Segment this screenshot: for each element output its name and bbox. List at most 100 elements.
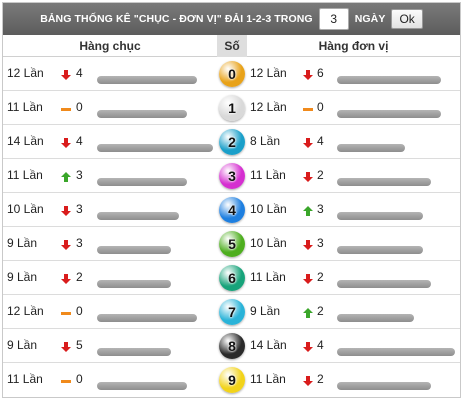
number-label: 9 <box>228 372 236 388</box>
tens-delta: 2 <box>76 270 83 284</box>
arrow-up-icon <box>60 171 72 183</box>
tens-cell: 11 Lần 3 <box>3 159 217 193</box>
units-count: 8 Lần <box>250 134 281 148</box>
number-label: 8 <box>228 338 236 354</box>
units-count: 11 Lần <box>250 270 286 284</box>
column-header-number: Số <box>217 35 247 57</box>
tens-frequency-bar <box>97 76 197 84</box>
tens-delta: 3 <box>76 236 83 250</box>
number-label: 2 <box>228 134 236 150</box>
tens-count: 9 Lần <box>7 236 38 250</box>
tens-count: 9 Lần <box>7 270 38 284</box>
number-ball: 9 <box>219 367 245 393</box>
table-row: 12 Lần 0 7 9 Lần 2 <box>3 295 460 329</box>
number-ball: 4 <box>219 197 245 223</box>
arrow-down-icon <box>60 69 72 81</box>
number-cell: 5 <box>217 227 247 261</box>
table-row: 9 Lần 5 8 14 Lần 4 <box>3 329 460 363</box>
tens-delta: 3 <box>76 202 83 216</box>
stats-table: BẢNG THỐNG KÊ "CHỤC - ĐƠN VỊ" ĐẢI 1-2-3 … <box>2 2 461 398</box>
column-header-tens: Hàng chục <box>79 39 141 53</box>
tens-delta: 4 <box>76 134 83 148</box>
units-frequency-bar <box>337 110 441 118</box>
dash-icon <box>60 307 72 319</box>
tens-frequency-bar <box>97 178 187 186</box>
number-ball: 6 <box>219 265 245 291</box>
arrow-down-icon <box>60 273 72 285</box>
units-delta: 0 <box>317 100 324 114</box>
table-row: 10 Lần 3 4 10 Lần 3 <box>3 193 460 227</box>
number-ball: 1 <box>219 95 245 121</box>
units-count: 9 Lần <box>250 304 281 318</box>
units-frequency-bar <box>337 178 431 186</box>
tens-delta: 0 <box>76 100 83 114</box>
dash-icon <box>60 103 72 115</box>
number-label: 3 <box>228 168 236 184</box>
table-row: 9 Lần 2 6 11 Lần 2 <box>3 261 460 295</box>
number-label: 5 <box>228 236 236 252</box>
units-cell: 11 Lần 2 <box>247 261 460 295</box>
number-label: 7 <box>228 304 236 320</box>
number-cell: 8 <box>217 329 247 363</box>
number-cell: 6 <box>217 261 247 295</box>
tens-count: 12 Lần <box>7 66 44 80</box>
column-header-units: Hàng đơn vị <box>318 39 389 53</box>
units-delta: 2 <box>317 270 324 284</box>
title-bar: BẢNG THỐNG KÊ "CHỤC - ĐƠN VỊ" ĐẢI 1-2-3 … <box>3 3 460 35</box>
tens-cell: 11 Lần 0 <box>3 363 217 397</box>
tens-delta: 4 <box>76 66 83 80</box>
units-cell: 12 Lần 6 <box>247 57 460 91</box>
table-title: BẢNG THỐNG KÊ "CHỤC - ĐƠN VỊ" ĐẢI 1-2-3 … <box>40 13 313 25</box>
units-delta: 3 <box>317 236 324 250</box>
tens-count: 11 Lần <box>7 168 43 182</box>
tens-cell: 9 Lần 3 <box>3 227 217 261</box>
number-ball: 8 <box>219 333 245 359</box>
tens-frequency-bar <box>97 382 187 390</box>
units-delta: 4 <box>317 338 324 352</box>
dash-icon <box>60 375 72 387</box>
tens-delta: 3 <box>76 168 83 182</box>
units-frequency-bar <box>337 246 423 254</box>
units-delta: 2 <box>317 304 324 318</box>
table-row: 12 Lần 4 0 12 Lần 6 <box>3 57 460 91</box>
arrow-up-icon <box>302 307 314 319</box>
units-cell: 12 Lần 0 <box>247 91 460 125</box>
units-cell: 11 Lần 2 <box>247 159 460 193</box>
units-cell: 8 Lần 4 <box>247 125 460 159</box>
table-row: 11 Lần 0 9 11 Lần 2 <box>3 363 460 397</box>
days-input[interactable] <box>318 8 349 30</box>
table-row: 11 Lần 3 3 11 Lần 2 <box>3 159 460 193</box>
number-cell: 0 <box>217 57 247 91</box>
arrow-down-icon <box>302 137 314 149</box>
units-count: 12 Lần <box>250 66 287 80</box>
tens-cell: 12 Lần 0 <box>3 295 217 329</box>
tens-frequency-bar <box>97 246 171 254</box>
units-count: 11 Lần <box>250 168 286 182</box>
number-label: 6 <box>228 270 236 286</box>
tens-cell: 10 Lần 3 <box>3 193 217 227</box>
arrow-up-icon <box>302 205 314 217</box>
arrow-down-icon <box>302 69 314 81</box>
units-frequency-bar <box>337 212 423 220</box>
units-cell: 14 Lần 4 <box>247 329 460 363</box>
arrow-down-icon <box>302 171 314 183</box>
units-count: 10 Lần <box>250 202 287 216</box>
tens-count: 9 Lần <box>7 338 38 352</box>
units-cell: 11 Lần 2 <box>247 363 460 397</box>
tens-cell: 9 Lần 2 <box>3 261 217 295</box>
units-frequency-bar <box>337 144 405 152</box>
table-row: 11 Lần 0 1 12 Lần 0 <box>3 91 460 125</box>
arrow-down-icon <box>60 137 72 149</box>
days-label: NGÀY <box>354 13 386 25</box>
tens-count: 14 Lần <box>7 134 44 148</box>
tens-frequency-bar <box>97 348 171 356</box>
units-count: 12 Lần <box>250 100 287 114</box>
units-frequency-bar <box>337 348 455 356</box>
units-frequency-bar <box>337 76 441 84</box>
tens-frequency-bar <box>97 314 197 322</box>
number-ball: 3 <box>219 163 245 189</box>
number-ball: 7 <box>219 299 245 325</box>
ok-button[interactable]: Ok <box>391 9 423 29</box>
units-delta: 6 <box>317 66 324 80</box>
units-cell: 9 Lần 2 <box>247 295 460 329</box>
